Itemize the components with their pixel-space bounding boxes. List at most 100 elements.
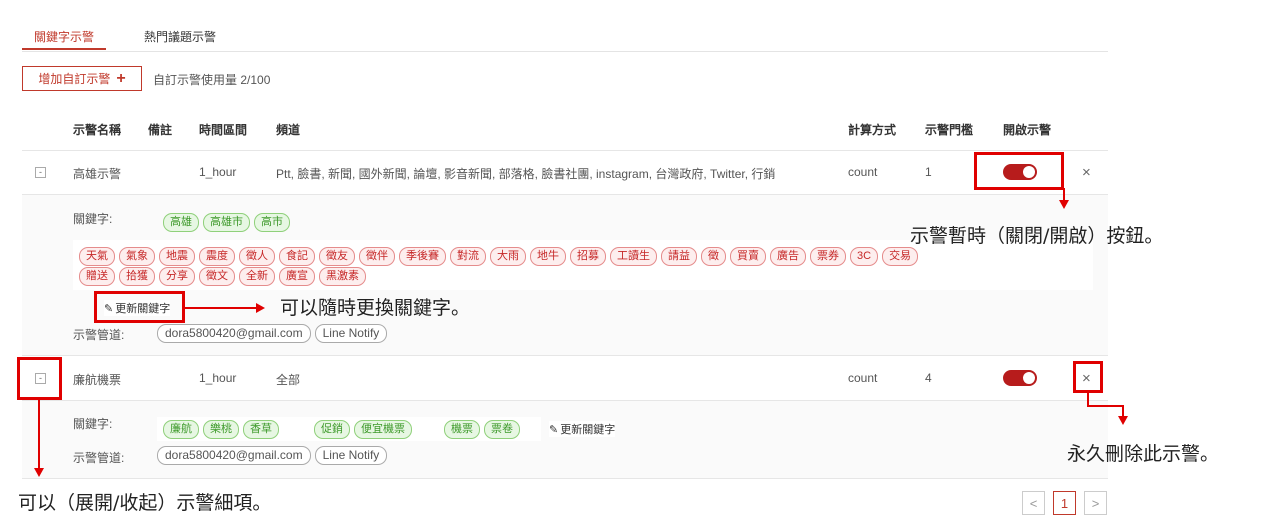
annotation-toggle-text: 示警暫時（關閉/開啟）按鈕。 [910,225,1164,247]
notify-label: 示警管道: [73,328,125,342]
alert-name: 廉航機票 [73,373,122,387]
alert-channels: 全部 [276,373,301,387]
exclude-chip: 廣宣 [279,267,315,286]
keyword-chips-group-a: 廉航 樂桃 香草 [163,420,279,439]
notify-chips: dora5800420@gmail.com Line Notify [157,324,388,343]
update-keywords-button[interactable]: ✎ 更新關鍵字 [549,421,616,437]
col-header-threshold: 示警門檻 [925,123,974,137]
exclude-chip: 對流 [450,247,486,266]
notify-line-chip: Line Notify [314,446,388,465]
exclude-chip: 工讀生 [610,247,657,266]
add-button-label: 增加自訂示警 [38,72,111,86]
keyword-chip: 廉航 [163,420,199,439]
exclude-chip: 廣告 [770,247,806,266]
exclude-chip: 請益 [661,247,697,266]
col-header-name: 示警名稱 [73,123,122,137]
annotation-update-text: 可以隨時更換關鍵字。 [280,297,471,319]
keywords-label: 關鍵字: [73,417,113,431]
exclude-chips-row1: 天氣 氣象 地震 震度 徵人 食記 徵友 徵伴 季後賽 對流 大雨 地牛 招募 … [79,247,919,266]
add-custom-alert-button[interactable]: 增加自訂示警 + [22,66,142,91]
tab-keyword-alert[interactable]: 關鍵字示警 [34,28,94,45]
next-page-button[interactable]: > [1084,491,1107,515]
exclude-chip: 票券 [810,247,846,266]
alert-threshold: 4 [925,371,932,385]
annotation-arrow [1118,416,1128,425]
exclude-chip: 全新 [239,267,275,286]
keyword-chip: 票卷 [484,420,520,439]
exclude-chip: 大雨 [490,247,526,266]
alert-method: count [848,371,878,385]
col-header-enabled: 開啟示警 [1003,123,1052,137]
exclude-chip: 地牛 [530,247,566,266]
usage-count: 自訂示警使用量 2/100 [153,73,271,87]
notify-email-chip: dora5800420@gmail.com [157,446,311,465]
alert-interval: 1_hour [199,371,237,385]
exclude-chip: 氣象 [119,247,155,266]
exclude-chip: 黑激素 [319,267,366,286]
keyword-chip: 高雄市 [203,213,250,232]
row-divider [22,355,1108,356]
exclude-chip: 徵文 [199,267,235,286]
keyword-chip: 高雄 [163,213,199,232]
delete-alert-icon[interactable]: × [1082,165,1091,180]
keyword-chip: 樂桃 [203,420,239,439]
exclude-chip: 分享 [159,267,195,286]
exclude-chip: 徵人 [239,247,275,266]
exclude-chip: 3C [850,247,879,266]
annotation-box-expand [17,357,62,400]
alert-channels: Ptt, 臉書, 新聞, 國外新聞, 論壇, 影音新聞, 部落格, 臉書社團, … [276,167,776,181]
annotation-line [38,400,40,469]
annotation-box-toggle [974,152,1064,190]
exclude-chip: 地震 [159,247,195,266]
exclude-chip: 季後賽 [399,247,446,266]
keywords-label: 關鍵字: [73,212,113,226]
keyword-chip: 機票 [444,420,480,439]
exclude-chip: 買賣 [730,247,766,266]
alert-method: count [848,165,878,179]
tab-hot-topic-alert[interactable]: 熱門議題示警 [144,28,216,45]
alert-name: 高雄示警 [73,167,122,181]
keyword-chip: 便宜機票 [354,420,412,439]
annotation-arrow [1059,200,1069,209]
keyword-chip: 香草 [243,420,279,439]
col-header-interval: 時間區間 [199,123,248,137]
notify-label: 示警管道: [73,451,125,465]
expand-toggle-row1[interactable]: - [35,167,46,178]
exclude-chip: 震度 [199,247,235,266]
col-header-channel: 頻道 [276,123,301,137]
annotation-arrow [256,303,265,313]
notify-chips: dora5800420@gmail.com Line Notify [157,446,388,465]
exclude-chip: 食記 [279,247,315,266]
col-header-note: 備註 [148,123,173,137]
pencil-icon: ✎ [549,423,559,436]
annotation-line [185,307,257,309]
keyword-chip: 高市 [254,213,290,232]
keyword-chips-group-b: 促銷 便宜機票 [314,420,412,439]
annotation-expand-text: 可以（展開/收起）示警細項。 [18,492,272,514]
row-divider [22,478,1108,479]
prev-page-button[interactable]: < [1022,491,1045,515]
exclude-chip: 招募 [570,247,606,266]
exclude-chip: 交易 [882,247,919,266]
exclude-chip: 天氣 [79,247,115,266]
current-page-button[interactable]: 1 [1053,491,1076,515]
annotation-delete-text: 永久刪除此示警。 [1067,443,1220,465]
col-header-method: 計算方式 [848,123,897,137]
plus-icon: + [116,69,126,87]
exclude-chips-row2: 贈送 拾獲 分享 徵文 全新 廣宣 黑激素 [79,267,366,286]
annotation-arrow [34,468,44,477]
alert-enable-toggle[interactable] [1003,370,1037,386]
keyword-chips-group-c: 機票 票卷 [444,420,520,439]
update-keywords-label: 更新關鍵字 [560,424,616,436]
notify-email-chip: dora5800420@gmail.com [157,324,311,343]
keyword-chip: 促銷 [314,420,350,439]
alert-interval: 1_hour [199,165,237,179]
keyword-chips: 高雄 高雄市 高市 [163,213,290,232]
exclude-chip: 徵 [701,247,726,266]
exclude-chip: 徵伴 [359,247,395,266]
exclude-chip: 贈送 [79,267,115,286]
exclude-chip: 徵友 [319,247,355,266]
toggle-knob [1023,372,1035,384]
annotation-line [1087,405,1124,407]
alert-threshold: 1 [925,165,932,179]
